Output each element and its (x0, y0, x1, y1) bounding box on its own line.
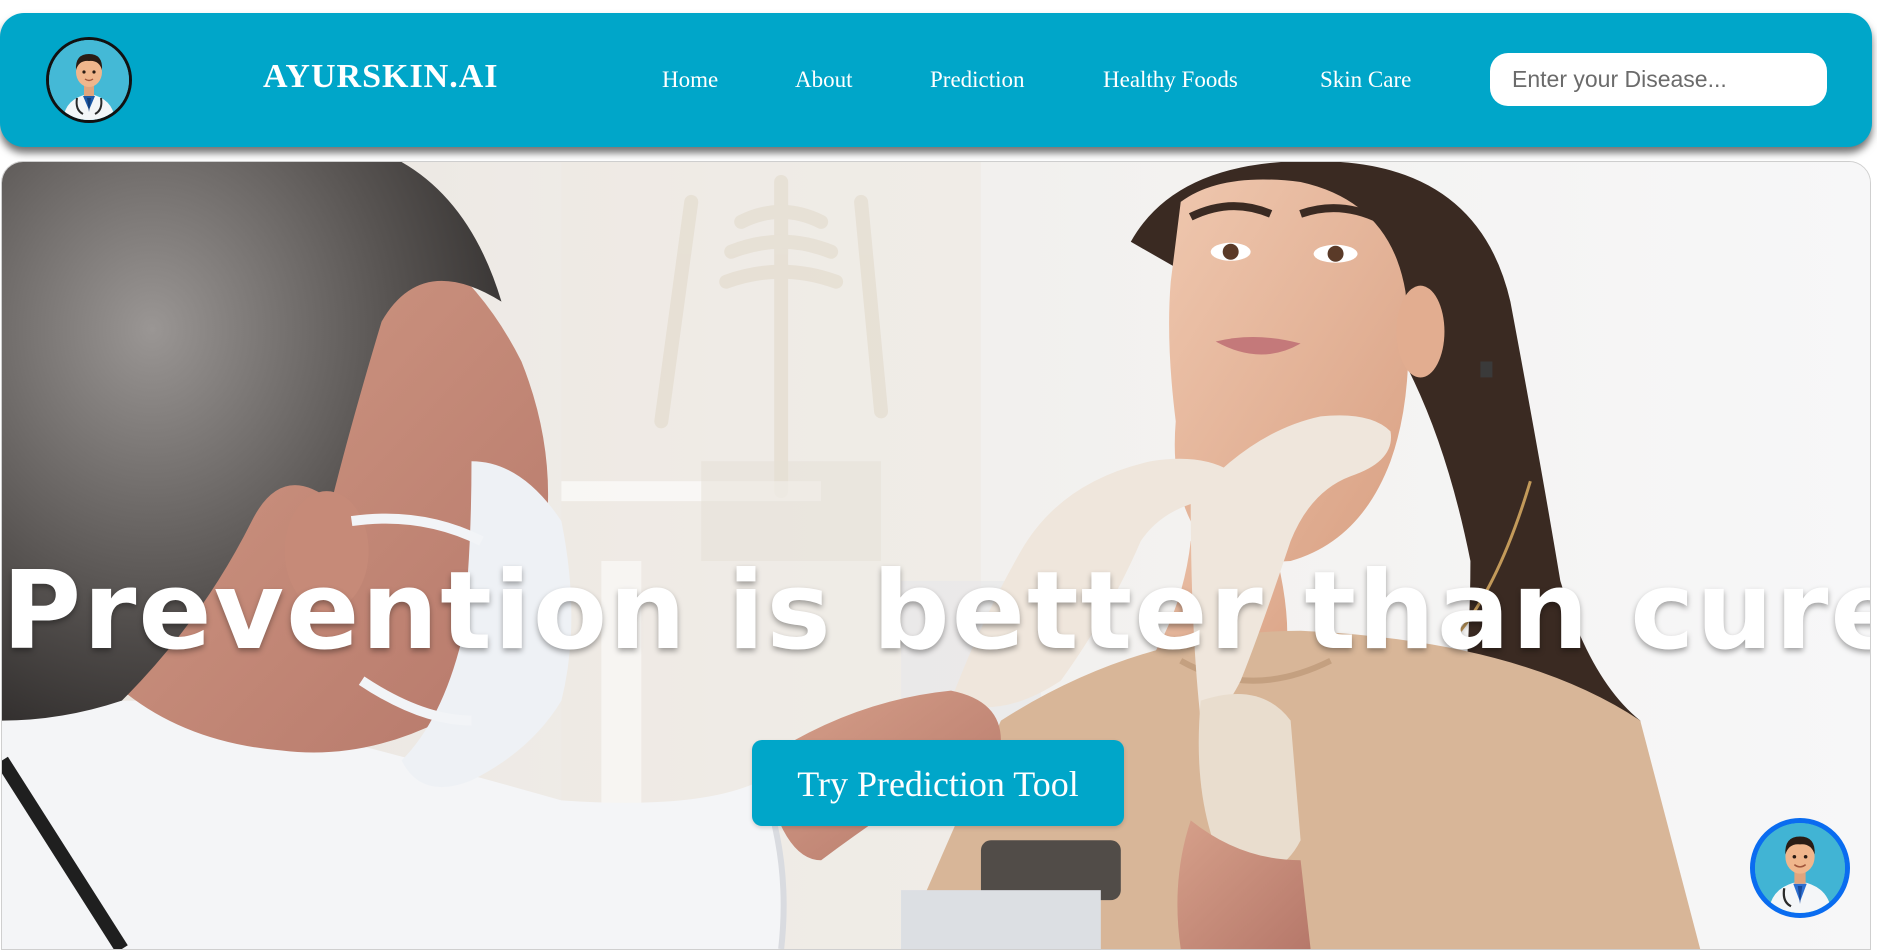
try-prediction-tool-button[interactable]: Try Prediction Tool (752, 740, 1124, 826)
disease-search-input[interactable] (1490, 53, 1827, 106)
nav-link-healthy-foods[interactable]: Healthy Foods (1103, 65, 1238, 95)
navbar: AYURSKIN.AI Home About Prediction Health… (0, 13, 1872, 147)
nav-link-skin-care[interactable]: Skin Care (1320, 65, 1411, 95)
chatbot-avatar-icon[interactable] (1750, 818, 1850, 918)
nav-link-prediction[interactable]: Prediction (930, 65, 1025, 95)
page: AYURSKIN.AI Home About Prediction Health… (0, 0, 1877, 950)
hero-section: Prevention is better than cure Try Predi… (1, 161, 1871, 950)
nav-link-home[interactable]: Home (662, 65, 718, 95)
nav-link-about[interactable]: About (795, 65, 853, 95)
hero-title: Prevention is better than cure (2, 549, 1871, 674)
